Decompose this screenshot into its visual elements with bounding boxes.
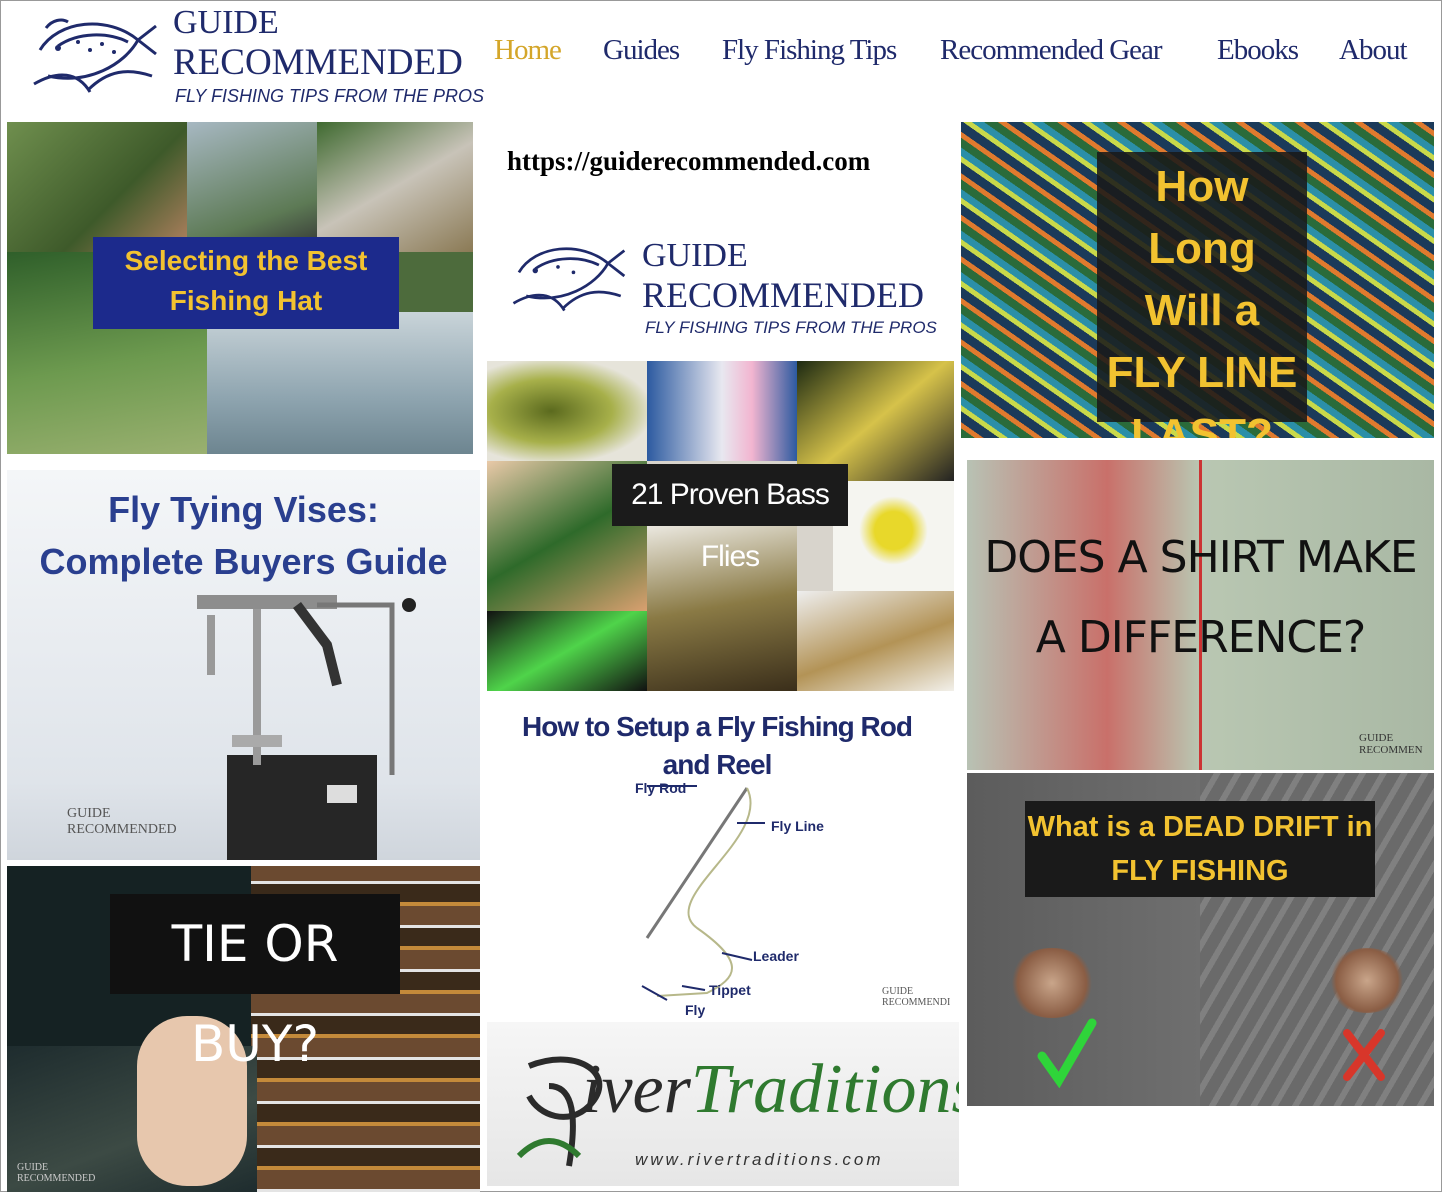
river-traditions-brand: iverTraditions — [582, 1050, 959, 1130]
setup-title-line1: How to Setup a Fly Fishing Rod — [522, 711, 913, 742]
hat-title-banner: Selecting the Best Fishing Hat — [93, 237, 399, 329]
shirt-watermark: GUIDE RECOMMEN — [1359, 732, 1423, 756]
tile-fly-line[interactable]: How Long Will a FLY LINE LAST? — [961, 122, 1434, 438]
trout-logo-icon[interactable] — [28, 10, 160, 98]
tie-watermark: GUIDE RECOMMENDED — [17, 1162, 95, 1184]
nav-ebooks[interactable]: Ebooks — [1217, 34, 1299, 74]
photo-fly-7 — [487, 611, 647, 691]
photo-angler-3 — [317, 122, 473, 252]
center-logo-line1: GUIDE — [642, 238, 748, 274]
x-mark-icon — [1343, 1029, 1385, 1081]
site-url[interactable]: https://guiderecommended.com — [507, 146, 870, 177]
shirt-title: DOES A SHIRT MAKE A DIFFERENCE? — [967, 518, 1434, 678]
dead-drift-title-line1: What is a DEAD DRIFT in — [1027, 811, 1373, 843]
nav-about[interactable]: About — [1339, 34, 1407, 74]
setup-title: How to Setup a Fly Fishing Rod and Reel — [487, 708, 947, 784]
nav-recommended-gear[interactable]: Recommended Gear — [940, 34, 1163, 74]
fly-line-title-line2: Will a — [1144, 286, 1260, 335]
nav-fly-fishing-tips[interactable]: Fly Fishing Tips — [722, 34, 897, 74]
vises-title-line1: Fly Tying Vises: — [108, 489, 379, 530]
logo-tagline: FLY FISHING TIPS FROM THE PROS — [175, 86, 485, 106]
setup-watermark: GUIDE RECOMMENDI — [882, 986, 950, 1008]
tile-setup-rod[interactable]: How to Setup a Fly Fishing Rod and Reel … — [487, 698, 967, 1022]
photo-fly-8 — [797, 591, 954, 691]
fly-good — [1007, 948, 1097, 1018]
fly-line-title: How Long Will a FLY LINE LAST? — [1097, 156, 1307, 438]
tie-watermark-line1: GUIDE — [17, 1162, 49, 1173]
fly-line-title-line4: LAST? — [1131, 410, 1273, 438]
vises-watermark-line2: RECOMMENDED — [67, 822, 177, 837]
setup-watermark-line1: GUIDE — [882, 986, 914, 997]
photo-angler-5 — [207, 312, 473, 454]
photo-angler-1 — [7, 122, 187, 252]
center-logo-line2: RECOMMENDED — [642, 276, 925, 314]
logo-title-line2[interactable]: RECOMMENDED — [173, 44, 463, 82]
setup-label-fly-rod: Fly Rod — [635, 780, 687, 796]
shirt-title-line1: DOES A SHIRT MAKE — [984, 532, 1417, 583]
setup-watermark-line2: RECOMMENDI — [882, 997, 951, 1008]
tile-tie-or-buy[interactable]: TIE OR BUY? GUIDE RECOMMENDED — [7, 866, 480, 1192]
dead-drift-title-line2: FLY FISHING — [1111, 855, 1289, 887]
photo-fly-2 — [647, 361, 797, 461]
shirt-watermark-line1: GUIDE — [1359, 732, 1394, 744]
photo-fly-1 — [487, 361, 647, 461]
tie-title: TIE OR BUY? — [171, 915, 339, 1073]
tile-fishing-hat[interactable]: Selecting the Best Fishing Hat — [7, 122, 473, 454]
bass-title: 21 Proven Bass Flies — [612, 464, 848, 573]
setup-label-leader: Leader — [753, 948, 799, 964]
setup-label-fly: Fly — [685, 1002, 706, 1018]
checkmark-icon — [1037, 1018, 1097, 1088]
river-traditions-url[interactable]: www.rivertraditions.com — [635, 1150, 884, 1170]
trout-logo-icon-center — [512, 247, 626, 312]
tile-bass-flies[interactable]: 21 Proven Bass Flies — [487, 361, 954, 691]
vises-title: Fly Tying Vises: Complete Buyers Guide — [7, 484, 480, 588]
photo-fly-6 — [833, 481, 954, 591]
hat-title-line1: Selecting the Best — [124, 245, 368, 276]
dead-drift-title: What is a DEAD DRIFT in FLY FISHING — [1025, 805, 1375, 893]
tile-dead-drift[interactable]: What is a DEAD DRIFT in FLY FISHING — [967, 773, 1434, 1106]
vises-watermark-line1: GUIDE — [67, 806, 111, 821]
river-traditions-brand-iver: iver — [582, 1051, 691, 1128]
fly-bad — [1327, 948, 1407, 1013]
tile-shirt-difference[interactable]: DOES A SHIRT MAKE A DIFFERENCE? GUIDE RE… — [967, 460, 1434, 770]
vises-watermark: GUIDE RECOMMENDED — [11, 802, 201, 846]
fly-line-title-line3: FLY LINE — [1106, 348, 1298, 397]
logo-title-line1[interactable]: GUIDE — [173, 6, 279, 40]
center-logo-tagline: FLY FISHING TIPS FROM THE PROS — [645, 318, 937, 337]
tile-fly-tying-vises[interactable]: Fly Tying Vises: Complete Buyers Guide G… — [7, 470, 480, 860]
photo-fly-3 — [797, 361, 954, 481]
nav-guides[interactable]: Guides — [603, 34, 680, 74]
tile-river-traditions[interactable]: iverTraditions www.rivertraditions.com — [487, 1022, 959, 1186]
vises-title-line2: Complete Buyers Guide — [39, 541, 448, 582]
shirt-watermark-line2: RECOMMEN — [1359, 744, 1423, 756]
photo-angler-2 — [187, 122, 317, 252]
tie-watermark-line2: RECOMMENDED — [17, 1173, 96, 1184]
setup-label-fly-line: Fly Line — [771, 818, 824, 834]
shirt-title-line2: A DIFFERENCE? — [1035, 612, 1367, 663]
nav-home[interactable]: Home — [494, 34, 562, 74]
river-traditions-brand-traditions: Traditions — [690, 1051, 959, 1128]
hat-title-line2: Fishing Hat — [169, 285, 323, 316]
setup-label-tippet: Tippet — [709, 982, 751, 998]
fly-line-title-line1: How Long — [1148, 162, 1256, 273]
